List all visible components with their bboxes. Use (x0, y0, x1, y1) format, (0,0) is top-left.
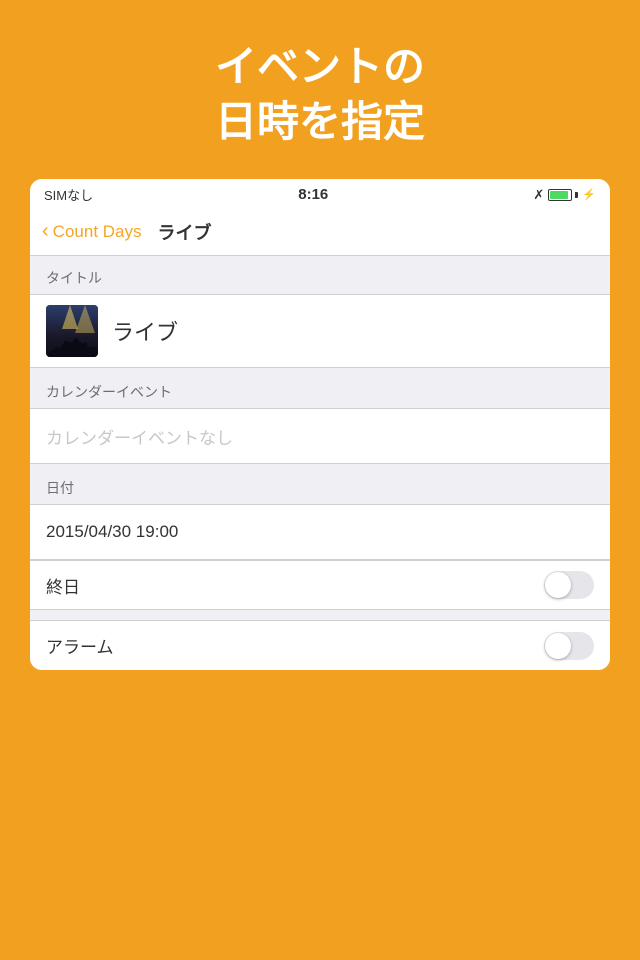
allday-label: 終日 (46, 573, 80, 598)
status-bar: SIMなし 8:16 ✗ ⚡ (30, 179, 610, 208)
app-header-title: イベントの 日時を指定 (20, 40, 620, 149)
calendar-placeholder: カレンダーイベントなし (46, 424, 233, 449)
alarm-row[interactable]: アラーム (30, 620, 610, 670)
allday-toggle-row[interactable]: 終日 (30, 560, 610, 610)
charging-icon: ⚡ (582, 188, 596, 201)
date-value: 2015/04/30 19:00 (46, 522, 178, 542)
crowd-silhouette (46, 329, 98, 358)
alarm-toggle[interactable] (544, 632, 594, 660)
content-area: タイトル ライブ (30, 256, 610, 670)
status-right: ✗ ⚡ (533, 187, 596, 203)
battery-icon (548, 189, 578, 201)
app-header: イベントの 日時を指定 (0, 0, 640, 179)
bluetooth-icon: ✗ (533, 187, 544, 203)
battery-tip (575, 192, 578, 198)
date-section-header: 日付 (30, 466, 610, 504)
event-image-inner (46, 305, 98, 357)
battery-fill (550, 191, 568, 199)
phone-frame: SIMなし 8:16 ✗ ⚡ ‹ Count Days ライブ タイトル (30, 179, 610, 670)
event-title-text: ライブ (112, 315, 178, 347)
alarm-label: アラーム (46, 633, 114, 658)
toggle-knob (545, 572, 571, 598)
alarm-toggle-knob (545, 633, 571, 659)
back-label: Count Days (53, 222, 142, 242)
event-title-row[interactable]: ライブ (30, 294, 610, 368)
battery-body (548, 189, 572, 201)
allday-toggle[interactable] (544, 571, 594, 599)
event-image (46, 305, 98, 357)
back-chevron-icon: ‹ (42, 220, 49, 243)
calendar-event-row[interactable]: カレンダーイベントなし (30, 408, 610, 464)
back-button[interactable]: ‹ Count Days (42, 220, 142, 243)
section-gap (30, 610, 610, 620)
title-section-header: タイトル (30, 256, 610, 294)
time-label: 8:16 (298, 186, 328, 203)
nav-bar: ‹ Count Days ライブ (30, 208, 610, 256)
date-row[interactable]: 2015/04/30 19:00 (30, 504, 610, 560)
calendar-section-header: カレンダーイベント (30, 370, 610, 408)
page-title: ライブ (158, 219, 212, 245)
carrier-label: SIMなし (44, 185, 93, 204)
